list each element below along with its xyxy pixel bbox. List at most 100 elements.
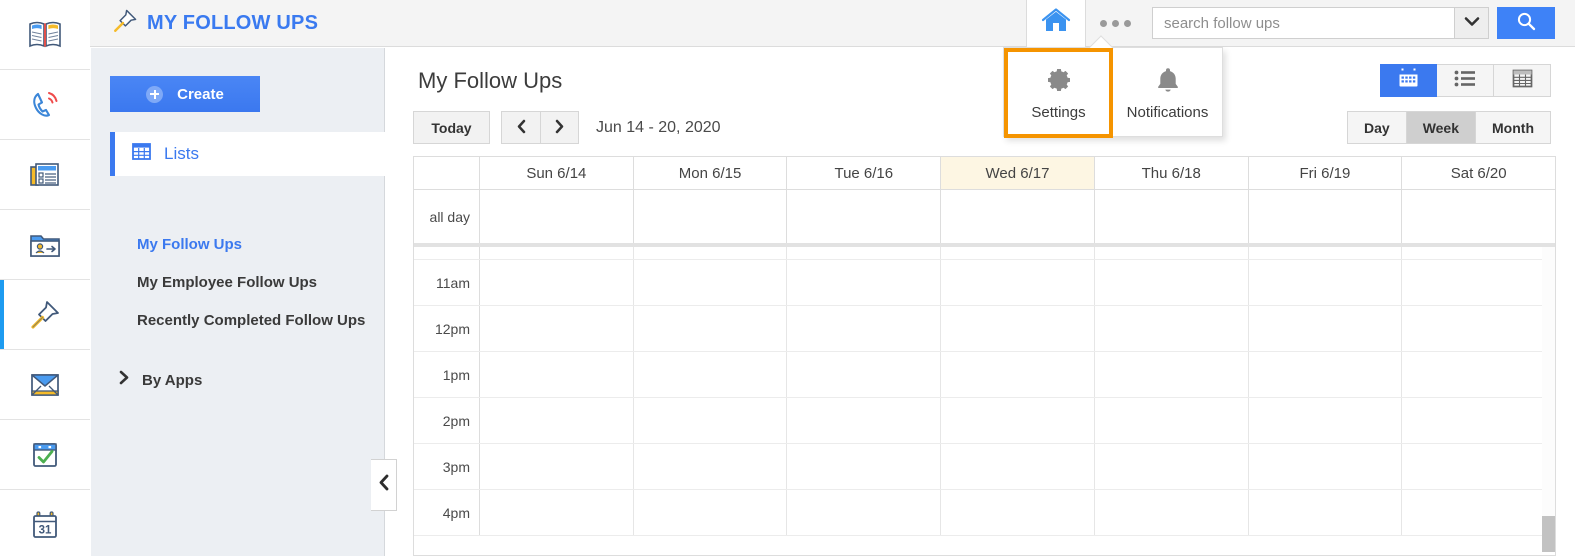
time-cell[interactable] <box>634 490 788 535</box>
all-day-cell[interactable] <box>634 190 788 243</box>
search-input[interactable] <box>1152 7 1454 39</box>
calendar-toolbar: Today Jun 14 - 20, 2020 <box>413 111 721 144</box>
time-cell[interactable] <box>480 398 634 443</box>
time-cell[interactable] <box>1249 247 1403 259</box>
calendar-vertical-scrollbar[interactable] <box>1542 247 1555 552</box>
time-cell[interactable] <box>1249 444 1403 489</box>
nav-link-my-employee-follow-ups[interactable]: My Employee Follow Ups <box>137 271 317 294</box>
calendar-view-button[interactable] <box>1380 64 1437 97</box>
all-day-cell[interactable] <box>1095 190 1249 243</box>
table-view-button[interactable] <box>1494 64 1551 97</box>
popup-item-settings[interactable]: Settings <box>1004 48 1113 138</box>
time-cell[interactable] <box>941 260 1095 305</box>
rail-item-calendar-31[interactable]: 31 <box>0 490 90 556</box>
rail-item-envelope[interactable] <box>0 350 90 420</box>
time-cell[interactable] <box>1249 398 1403 443</box>
time-cell[interactable] <box>1095 490 1249 535</box>
popup-item-notifications[interactable]: Notifications <box>1113 48 1222 138</box>
day-header-mon[interactable]: Mon 6/15 <box>634 157 788 189</box>
time-cell[interactable] <box>634 398 788 443</box>
nav-link-my-follow-ups[interactable]: My Follow Ups <box>137 233 242 256</box>
more-options-button[interactable] <box>1086 0 1144 47</box>
time-cell[interactable] <box>1249 490 1403 535</box>
nav-link-recently-completed-follow-ups[interactable]: Recently Completed Follow Ups <box>137 309 387 332</box>
time-cell[interactable] <box>634 352 788 397</box>
time-cell[interactable] <box>941 352 1095 397</box>
time-cell[interactable] <box>787 352 941 397</box>
time-cell[interactable] <box>1402 490 1555 535</box>
all-day-cell[interactable] <box>480 190 634 243</box>
all-day-cell[interactable] <box>1249 190 1403 243</box>
day-header-tue[interactable]: Tue 6/16 <box>787 157 941 189</box>
time-cell[interactable] <box>480 247 634 259</box>
all-day-cell[interactable] <box>1402 190 1555 243</box>
time-cell[interactable] <box>1095 247 1249 259</box>
rail-item-pushpin[interactable] <box>0 280 90 350</box>
search-scope-dropdown[interactable] <box>1454 7 1489 39</box>
time-row-2pm: 2pm <box>414 398 1555 444</box>
time-cell[interactable] <box>787 247 941 259</box>
scrollbar-track[interactable] <box>1542 247 1555 516</box>
time-cell[interactable] <box>1095 352 1249 397</box>
home-button[interactable] <box>1026 0 1086 47</box>
time-cell[interactable] <box>480 306 634 351</box>
time-cell[interactable] <box>1249 306 1403 351</box>
search-submit-button[interactable] <box>1497 7 1555 39</box>
range-tab-day[interactable]: Day <box>1348 112 1407 143</box>
create-button[interactable]: Create <box>110 76 260 112</box>
nav-section-lists[interactable]: Lists <box>110 132 385 176</box>
time-cell[interactable] <box>480 490 634 535</box>
time-cell[interactable] <box>941 306 1095 351</box>
time-cell[interactable] <box>787 306 941 351</box>
time-cell[interactable] <box>787 490 941 535</box>
calendar-time-scroll-area[interactable]: 11am 12pm <box>414 247 1555 552</box>
time-cell[interactable] <box>480 352 634 397</box>
nav-section-by-apps[interactable]: By Apps <box>119 370 202 390</box>
time-cell[interactable] <box>941 398 1095 443</box>
time-cell[interactable] <box>480 260 634 305</box>
time-cell[interactable] <box>634 444 788 489</box>
time-cell[interactable] <box>1402 306 1555 351</box>
time-cell[interactable] <box>1402 352 1555 397</box>
time-cell[interactable] <box>1095 260 1249 305</box>
rail-item-knowledge-book[interactable] <box>0 0 90 70</box>
time-cell[interactable] <box>634 247 788 259</box>
prev-week-button[interactable] <box>501 111 540 144</box>
range-tab-month[interactable]: Month <box>1476 112 1550 143</box>
all-day-cell[interactable] <box>787 190 941 243</box>
time-cell[interactable] <box>1249 260 1403 305</box>
time-cell[interactable] <box>941 444 1095 489</box>
time-cell[interactable] <box>1402 247 1555 259</box>
time-cell[interactable] <box>1095 398 1249 443</box>
time-cell[interactable] <box>787 260 941 305</box>
day-header-wed[interactable]: Wed 6/17 <box>941 157 1095 189</box>
day-header-sun[interactable]: Sun 6/14 <box>480 157 634 189</box>
time-cell[interactable] <box>787 444 941 489</box>
time-cell[interactable] <box>941 247 1095 259</box>
time-cell[interactable] <box>634 306 788 351</box>
scrollbar-thumb[interactable] <box>1542 516 1555 552</box>
time-cell[interactable] <box>1095 444 1249 489</box>
time-cell[interactable] <box>480 444 634 489</box>
next-week-button[interactable] <box>540 111 579 144</box>
rail-item-folder-person[interactable] <box>0 210 90 280</box>
today-button[interactable]: Today <box>413 111 490 144</box>
day-header-fri[interactable]: Fri 6/19 <box>1249 157 1403 189</box>
time-cell[interactable] <box>1402 260 1555 305</box>
list-view-button[interactable] <box>1437 64 1494 97</box>
time-cell[interactable] <box>787 398 941 443</box>
sidebar-collapse-handle[interactable] <box>371 459 397 511</box>
all-day-cell[interactable] <box>941 190 1095 243</box>
time-cell[interactable] <box>1402 444 1555 489</box>
rail-item-news-article[interactable] <box>0 140 90 210</box>
time-cell[interactable] <box>1249 352 1403 397</box>
day-header-thu[interactable]: Thu 6/18 <box>1095 157 1249 189</box>
range-tab-week[interactable]: Week <box>1407 112 1476 143</box>
time-cell[interactable] <box>1402 398 1555 443</box>
time-cell[interactable] <box>634 260 788 305</box>
rail-item-phone-call[interactable] <box>0 70 90 140</box>
rail-item-task-check[interactable] <box>0 420 90 490</box>
time-cell[interactable] <box>941 490 1095 535</box>
day-header-sat[interactable]: Sat 6/20 <box>1402 157 1555 189</box>
time-cell[interactable] <box>1095 306 1249 351</box>
